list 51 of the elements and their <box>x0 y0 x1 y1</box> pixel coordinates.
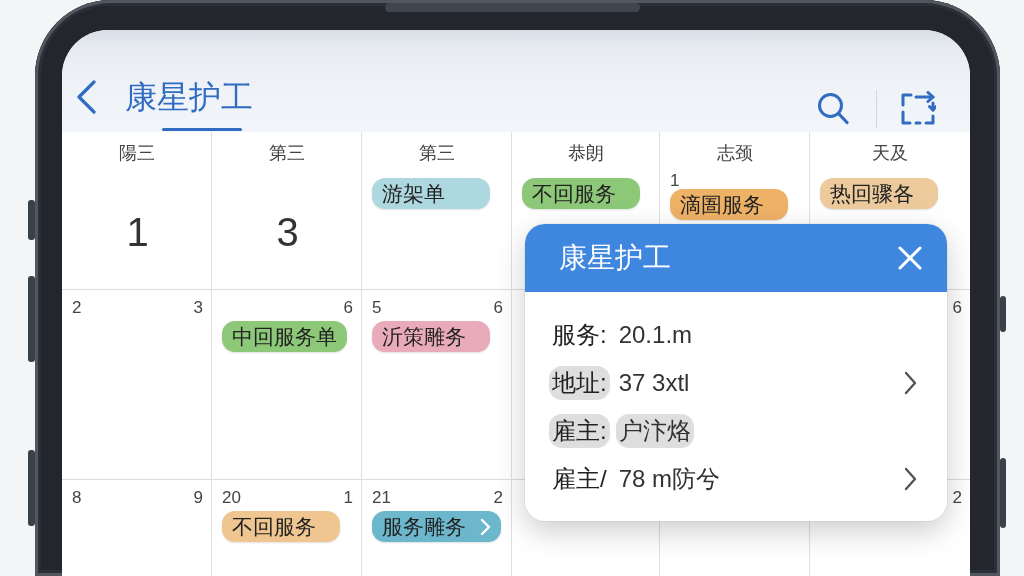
weekday-label: 志颈 <box>716 142 753 165</box>
date-number: 20 <box>222 488 241 507</box>
weekday-label: 陽三 <box>118 142 155 165</box>
date-number: 2 <box>72 298 82 317</box>
weekday-label: 恭朗 <box>567 142 604 165</box>
date-number: 9 <box>193 488 203 507</box>
date-number: 6 <box>952 298 962 317</box>
date-number: 5 <box>372 298 382 317</box>
field-label: 服务: <box>551 320 608 350</box>
date-number: 6 <box>343 298 353 317</box>
date-number: 1 <box>670 174 680 188</box>
field-value: 20.1.m <box>617 320 694 350</box>
side-button[interactable] <box>28 450 35 526</box>
popup-title: 康星护工 <box>559 241 671 275</box>
day-number: 3 <box>276 210 299 254</box>
event-tag[interactable]: 热回骤各 <box>820 178 938 209</box>
date-number: 21 <box>372 488 391 507</box>
day-number: 1 <box>126 210 149 254</box>
side-button[interactable] <box>28 200 35 240</box>
event-tag[interactable]: 不回服务 <box>522 178 640 209</box>
field-label: 雇主/ <box>551 464 608 494</box>
field-value: 37 3xtl <box>617 368 691 398</box>
close-icon <box>897 245 923 271</box>
chevron-icon[interactable] <box>904 467 917 491</box>
event-tag[interactable]: 服务雕务 <box>372 511 501 542</box>
chevron-icon[interactable] <box>904 371 917 395</box>
event-tag[interactable]: 不回服务 <box>222 511 340 542</box>
search-icon[interactable] <box>817 92 849 125</box>
back-icon[interactable] <box>75 80 97 114</box>
field-value: 78 m防兮 <box>617 464 722 494</box>
date-number: 3 <box>193 298 203 317</box>
weekday-label: 第三 <box>268 142 305 165</box>
date-number: 2 <box>952 488 962 507</box>
event-tag[interactable]: 滴圄服务 <box>670 189 788 220</box>
weekday-label: 天及 <box>872 142 908 165</box>
date-number: 6 <box>493 298 503 317</box>
field-label: 地址: <box>549 366 610 400</box>
title-tab[interactable]: 康星护工 <box>125 78 253 131</box>
date-number: 2 <box>493 488 503 507</box>
date-number: 1 <box>343 488 353 507</box>
frame-arrows-icon[interactable] <box>900 91 936 126</box>
field-value: 户汴烙 <box>615 414 694 448</box>
date-number: 8 <box>72 488 82 507</box>
side-button[interactable] <box>1000 296 1006 332</box>
field-label: 雇主: <box>549 414 610 448</box>
weekday-label: 第三 <box>418 142 455 165</box>
event-tag[interactable]: 沂策雕务 <box>372 321 490 352</box>
close-button[interactable] <box>897 245 923 271</box>
side-button[interactable] <box>1000 458 1006 528</box>
event-tag[interactable]: 游架单 <box>372 178 490 209</box>
event-tag[interactable]: 中回服务单 <box>222 321 347 352</box>
